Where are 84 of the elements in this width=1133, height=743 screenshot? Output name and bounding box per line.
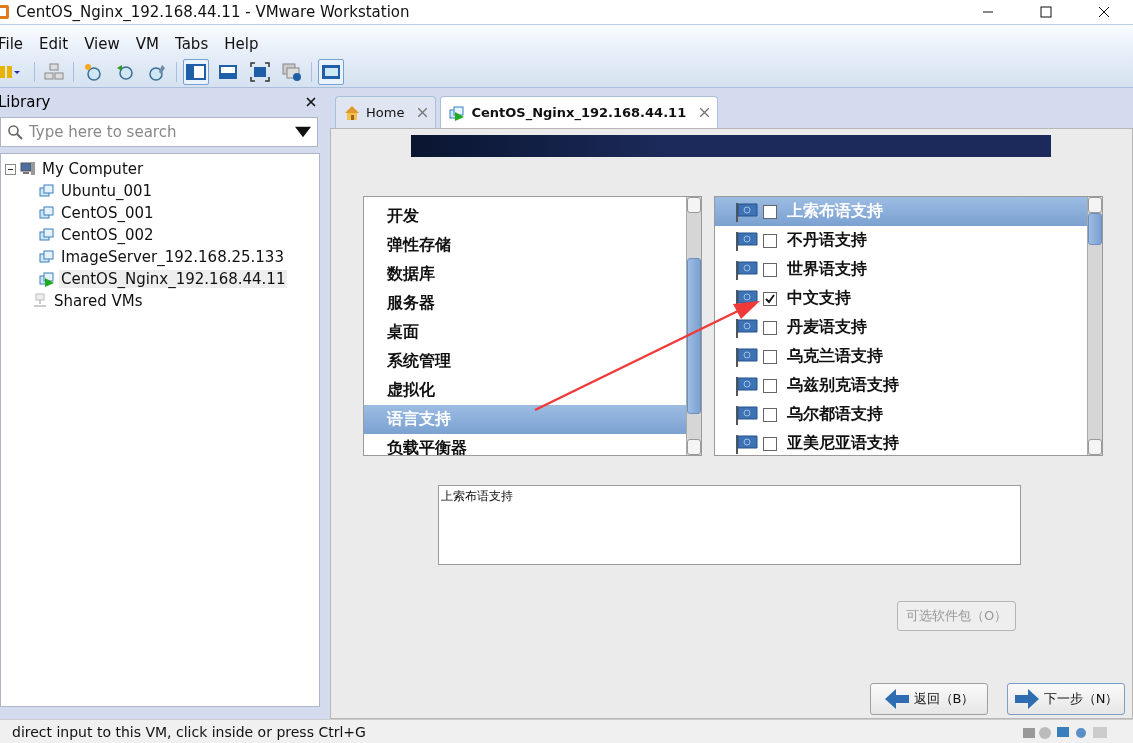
tree-item[interactable]: ImageServer_192.168.25.133 [59, 248, 286, 266]
flag-icon [735, 432, 759, 455]
collapse-icon[interactable] [5, 163, 16, 175]
flag-icon [735, 229, 759, 252]
category-item[interactable]: 开发 [364, 202, 686, 231]
search-icon [7, 124, 23, 140]
thumbnail-icon [218, 62, 238, 82]
flag-icon [735, 200, 759, 223]
tab[interactable]: CentOS_Nginx_192.168.44.11 [440, 96, 719, 128]
scrollbar[interactable] [1087, 197, 1102, 455]
shared-icon [32, 293, 48, 309]
package-label[interactable]: 世界语支持 [787, 259, 867, 280]
menu-item[interactable]: Tabs [175, 35, 225, 57]
window-title: CentOS_Nginx_192.168.44.11 - VMware Workstation [16, 3, 410, 21]
fullscreen-toolbar-button[interactable] [247, 59, 273, 85]
flag-icon [735, 403, 759, 426]
running-vm-icon [39, 271, 55, 287]
tree-item[interactable]: Shared VMs [52, 292, 145, 310]
console-toolbar-button[interactable] [318, 59, 344, 85]
checkbox[interactable] [763, 262, 777, 277]
checkbox[interactable] [763, 407, 777, 422]
sidebar-toolbar-button[interactable] [183, 59, 209, 85]
sidebar-icon [186, 62, 206, 82]
package-label[interactable]: 乌兹别克语支持 [787, 375, 899, 396]
checkbox[interactable] [763, 349, 777, 364]
category-item[interactable]: 数据库 [364, 260, 686, 289]
back-button[interactable]: 返回（B） [870, 683, 988, 715]
checkbox[interactable] [763, 320, 777, 335]
menu-item[interactable]: VM [135, 35, 175, 57]
fullscreen-icon [250, 62, 270, 82]
tab[interactable]: Home [335, 96, 437, 128]
category-item[interactable]: 服务器 [364, 289, 686, 318]
menu-item[interactable]: File [0, 35, 40, 57]
checkbox[interactable] [763, 204, 777, 219]
running-vm-icon [449, 104, 466, 121]
menu-item[interactable]: View [84, 35, 136, 57]
flag-icon [735, 258, 759, 281]
menu-item[interactable]: Edit [39, 35, 85, 57]
panel-title: Library [0, 93, 51, 111]
category-item[interactable]: 弹性存储 [364, 231, 686, 260]
dropdown-icon[interactable] [295, 124, 311, 140]
manage-icon [147, 62, 167, 82]
package-label[interactable]: 乌尔都语支持 [787, 404, 883, 425]
menu-item[interactable]: Help [224, 35, 275, 57]
vm-icon [39, 249, 55, 265]
console-icon [321, 62, 341, 82]
package-label[interactable]: 不丹语支持 [787, 230, 867, 251]
snapshot-icon [83, 62, 103, 82]
vm-icon [39, 205, 55, 221]
tree-item[interactable]: CentOS_002 [59, 226, 156, 244]
category-item[interactable]: 桌面 [364, 318, 686, 347]
vm-icon [39, 227, 55, 243]
right-arrow-icon [1013, 688, 1040, 710]
tree-item[interactable]: My Computer [40, 160, 146, 178]
package-label[interactable]: 丹麦语支持 [787, 317, 867, 338]
next-button[interactable]: 下一步（N） [1007, 683, 1125, 715]
category-item[interactable]: 负载平衡器 [364, 434, 686, 455]
status-text: direct input to this VM, click inside or press Ctrl+G [12, 723, 366, 740]
package-label[interactable]: 中文支持 [787, 288, 851, 309]
home-icon [344, 104, 360, 121]
checkbox[interactable] [763, 436, 777, 451]
revert-icon [115, 62, 135, 82]
flag-icon [735, 345, 759, 368]
search-field[interactable]: Type here to search [0, 117, 318, 147]
category-item[interactable]: 虚拟化 [364, 376, 686, 405]
package-label[interactable]: 亚美尼亚语支持 [787, 433, 899, 454]
checkbox[interactable] [763, 378, 777, 393]
description-text: 上索布语支持 [438, 485, 1021, 565]
close-icon[interactable] [306, 97, 316, 107]
checkbox[interactable] [763, 291, 777, 306]
tree-item[interactable]: CentOS_001 [59, 204, 156, 222]
vm-icon [39, 183, 55, 199]
tree-item[interactable]: Ubuntu_001 [59, 182, 155, 200]
scrollbar[interactable] [686, 197, 701, 455]
network-icon [44, 62, 64, 82]
unity-icon [282, 62, 302, 82]
category-item[interactable]: 系统管理 [364, 347, 686, 376]
package-label[interactable]: 乌克兰语支持 [787, 346, 883, 367]
flag-icon [735, 316, 759, 339]
tree-item[interactable]: CentOS_Nginx_192.168.44.11 [59, 270, 288, 288]
flag-icon [735, 374, 759, 397]
computer-icon [20, 161, 36, 177]
checkbox[interactable] [763, 233, 777, 248]
left-arrow-icon [883, 688, 910, 710]
